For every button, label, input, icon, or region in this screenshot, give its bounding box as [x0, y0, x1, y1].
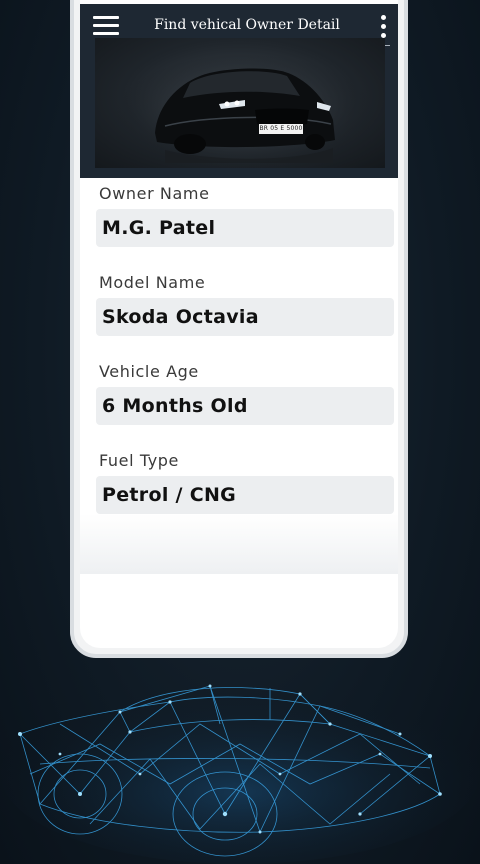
- hamburger-menu-icon[interactable]: [93, 16, 119, 36]
- model-name-field[interactable]: Skoda Octavia: [96, 298, 394, 336]
- app-title: Find vehical Owner Detail: [154, 17, 340, 33]
- car-image: BR 05 E 5000: [95, 38, 385, 168]
- phone-mockup: Find vehical Owner Detail BR 05 E 5000 O…: [70, 0, 408, 658]
- fuel-type-label: Fuel Type: [99, 451, 179, 470]
- more-vertical-icon[interactable]: [379, 15, 387, 39]
- owner-name-field[interactable]: M.G. Patel: [96, 209, 394, 247]
- screen: Find vehical Owner Detail BR 05 E 5000 O…: [0, 0, 480, 864]
- owner-name-label: Owner Name: [99, 184, 210, 203]
- dark-car-graphic: [115, 48, 375, 168]
- screen-fade: [80, 514, 398, 574]
- license-plate: BR 05 E 5000: [259, 124, 303, 134]
- vehicle-age-field[interactable]: 6 Months Old: [96, 387, 394, 425]
- app-header: Find vehical Owner Detail BR 05 E 5000: [80, 4, 398, 178]
- vehicle-age-label: Vehicle Age: [99, 362, 199, 381]
- wireframe-car-graphic: [0, 684, 480, 864]
- app-screen: Find vehical Owner Detail BR 05 E 5000 O…: [80, 0, 398, 648]
- model-name-label: Model Name: [99, 273, 206, 292]
- fuel-type-field[interactable]: Petrol / CNG: [96, 476, 394, 514]
